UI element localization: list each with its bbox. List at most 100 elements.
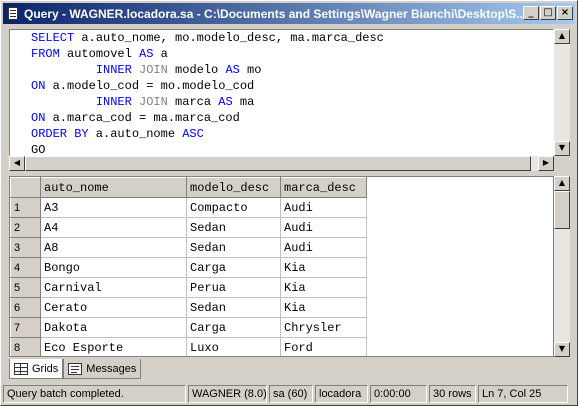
table-cell[interactable]: Perua [186,277,281,298]
row-number[interactable]: 7 [10,317,41,338]
status-bar: Query batch completed. WAGNER (8.0) sa (… [3,385,575,403]
table-row[interactable]: 3 A8 Sedan Audi [10,237,367,258]
sql-text: GO [31,143,46,156]
sql-horizontal-scrollbar[interactable]: ◀ ▶ [9,156,554,171]
sql-editor[interactable]: SELECT a.auto_nome, mo.modelo_desc, ma.m… [9,29,554,156]
table-row[interactable]: 6 Cerato Sedan Kia [10,297,367,318]
table-cell[interactable]: Eco Esporte [40,337,187,356]
sql-line: ORDER BY a.auto_nome ASC [10,126,553,142]
row-number[interactable]: 2 [10,217,41,238]
scroll-right-icon[interactable]: ▶ [538,156,554,171]
table-cell[interactable]: Audi [280,217,367,238]
grid-icon [14,362,28,375]
table-cell[interactable]: Kia [280,257,367,278]
status-elapsed-time: 0:00:00 [370,385,427,403]
table-row[interactable]: 7 Dakota Carga Chrysler [10,317,367,338]
grid-vertical-scrollbar[interactable]: ▲ ▼ [554,176,570,357]
table-cell[interactable]: Chrysler [280,317,367,338]
row-number[interactable]: 1 [10,197,41,218]
sql-vertical-scrollbar[interactable]: ▲ ▼ [554,29,570,156]
sql-keyword: ON [31,79,46,93]
sql-text: mo [239,63,262,77]
scroll-down-icon[interactable]: ▼ [554,342,570,357]
sql-keyword: AS [225,63,240,77]
results-grid[interactable]: auto_nome modelo_desc marca_desc 1 A3 Compac… [9,176,554,357]
table-cell[interactable]: Sedan [186,237,281,258]
status-database: locadora [315,385,368,403]
pane-splitter[interactable] [3,171,575,175]
table-row[interactable]: 8 Eco Esporte Luxo Ford [10,337,367,356]
tab-grids[interactable]: Grids [9,359,64,379]
row-number[interactable]: 5 [10,277,41,298]
sql-line: FROM automovel AS a [10,46,553,62]
column-header-modelo-desc[interactable]: modelo_desc [186,177,281,198]
sql-keyword: ASC [182,127,204,141]
title-bar[interactable]: Query - WAGNER.locadora.sa - C:\Document… [3,3,575,24]
table-cell[interactable]: Carnival [40,277,187,298]
sql-operator: JOIN [139,95,168,109]
row-number[interactable]: 8 [10,337,41,356]
table-cell[interactable]: Sedan [186,297,281,318]
table-cell[interactable]: Ford [280,337,367,356]
row-number[interactable]: 6 [10,297,41,318]
table-cell[interactable]: A4 [40,217,187,238]
sql-keyword: ON [31,111,46,125]
tab-messages-label: Messages [86,362,137,375]
table-cell[interactable]: Cerato [40,297,187,318]
row-number[interactable]: 4 [10,257,41,278]
column-header-marca-desc[interactable]: marca_desc [280,177,367,198]
results-tabs: Grids Messages [9,359,142,379]
sql-keyword: ORDER BY [31,127,89,141]
window-title: Query - WAGNER.locadora.sa - C:\Document… [24,6,522,21]
table-cell[interactable]: Audi [280,237,367,258]
table-cell[interactable]: Compacto [186,197,281,218]
table-cell[interactable]: Bongo [40,257,187,278]
column-header-auto-nome[interactable]: auto_nome [40,177,187,198]
status-row-count: 30 rows [429,385,476,403]
table-cell[interactable]: Kia [280,297,367,318]
sql-text: a.modelo_cod = mo.modelo_cod [45,79,255,93]
sql-text: ma [232,95,255,109]
row-header-corner [10,177,41,198]
scroll-up-icon[interactable]: ▲ [554,176,570,191]
scroll-down-icon[interactable]: ▼ [554,141,570,156]
table-row[interactable]: 2 A4 Sedan Audi [10,217,367,238]
table-cell[interactable]: Sedan [186,217,281,238]
sql-keyword: AS [218,95,233,109]
sql-line: ON a.marca_cod = ma.marca_cod [10,110,553,126]
sql-text: automovel [59,47,140,61]
sql-text: modelo [167,63,226,77]
sql-line: GO [10,142,553,156]
maximize-button[interactable]: □ [540,6,556,20]
minimize-button[interactable]: _ [523,6,539,20]
table-row[interactable]: 5 Carnival Perua Kia [10,277,367,298]
query-window: Query - WAGNER.locadora.sa - C:\Document… [0,0,578,406]
row-number[interactable]: 3 [10,237,41,258]
table-cell[interactable]: A3 [40,197,187,218]
scroll-up-icon[interactable]: ▲ [554,29,570,44]
table-cell[interactable]: Luxo [186,337,281,356]
sql-text: a [153,47,168,61]
close-button[interactable]: × [557,6,573,20]
scroll-thumb[interactable] [554,191,570,229]
table-cell[interactable]: A8 [40,237,187,258]
sql-text: a.auto_nome [88,127,183,141]
status-user: sa (60) [269,385,313,403]
table-row[interactable]: 4 Bongo Carga Kia [10,257,367,278]
table-cell[interactable]: Audi [280,197,367,218]
tab-messages[interactable]: Messages [63,359,142,379]
status-server: WAGNER (8.0) [188,385,267,403]
table-row[interactable]: 1 A3 Compacto Audi [10,197,367,218]
sql-operator: JOIN [139,63,168,77]
scroll-left-icon[interactable]: ◀ [9,156,25,171]
table-cell[interactable]: Carga [186,317,281,338]
table-cell[interactable]: Dakota [40,317,187,338]
scroll-thumb[interactable] [25,156,531,171]
table-cell[interactable]: Carga [186,257,281,278]
table-cell[interactable]: Kia [280,277,367,298]
sql-keyword: INNER [95,95,132,109]
